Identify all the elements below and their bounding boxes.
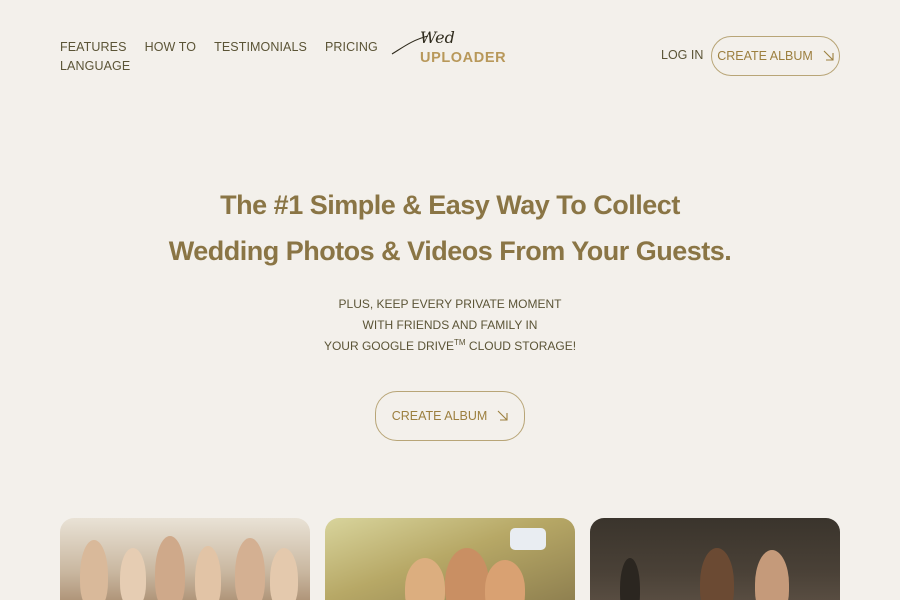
hero-title-line2: Wedding Photos & Videos From Your Guests… [168, 236, 732, 266]
logo-main-text: UPLOADER [420, 50, 507, 66]
main-nav: FEATURES HOW TO TESTIMONIALS PRICING LAN… [60, 38, 378, 75]
photo-figure [195, 546, 221, 600]
logo-script-text: Wed [420, 28, 455, 47]
hero-sub-line3: YOUR GOOGLE DRIVETM CLOUD STORAGE! [0, 336, 900, 357]
photo-figure [80, 540, 108, 600]
create-album-header-label: CREATE ALBUM [717, 49, 813, 63]
hero-sub-line2: WITH FRIENDS AND FAMILY IN [362, 318, 538, 332]
hero-sub-line3-pre: YOUR GOOGLE DRIVE [323, 339, 454, 353]
photo-bridesmaids [60, 518, 310, 600]
photo-figure [235, 538, 265, 600]
create-album-header-button[interactable]: CREATE ALBUM [711, 36, 840, 76]
nav-item-pricing[interactable]: PRICING [325, 38, 378, 56]
photo-figure [155, 536, 185, 600]
phone-icon [510, 528, 546, 550]
create-album-hero-button[interactable]: CREATE ALBUM [375, 391, 525, 441]
arrow-down-right-icon [823, 50, 834, 63]
photo-figure [620, 558, 640, 600]
photo-figure [120, 548, 146, 600]
photo-figure [700, 548, 734, 600]
hero-subtitle: PLUS, KEEP EVERY PRIVATE MOMENT WITH FRI… [0, 294, 900, 357]
logo[interactable]: Wed UPLOADER [390, 28, 506, 72]
hero-sub-line3-post: CLOUD STORAGE! [465, 339, 577, 353]
photo-figure [405, 558, 445, 600]
hero-title-line1: The #1 Simple & Easy Way To Collect [220, 190, 680, 220]
arrow-down-right-icon [497, 410, 508, 423]
photo-figure [485, 560, 525, 600]
nav-row-secondary: LANGUAGE [60, 57, 350, 75]
nav-row-primary: FEATURES HOW TO TESTIMONIALS PRICING [60, 38, 378, 56]
photo-figure [445, 548, 489, 600]
photo-evening-party [590, 518, 840, 600]
nav-item-features[interactable]: FEATURES [60, 38, 127, 56]
nav-item-language[interactable]: LANGUAGE [60, 57, 130, 75]
hero-sub-line1: PLUS, KEEP EVERY PRIVATE MOMENT [338, 297, 562, 311]
nav-item-testimonials[interactable]: TESTIMONIALS [214, 38, 307, 56]
create-album-hero-label: CREATE ALBUM [391, 409, 488, 423]
nav-item-how-to[interactable]: HOW TO [145, 38, 197, 56]
photo-selfie-guests [325, 518, 575, 600]
photo-figure [270, 548, 298, 600]
photo-figure [755, 550, 789, 600]
trademark: TM [454, 338, 466, 347]
login-link[interactable]: LOG IN [661, 48, 703, 62]
